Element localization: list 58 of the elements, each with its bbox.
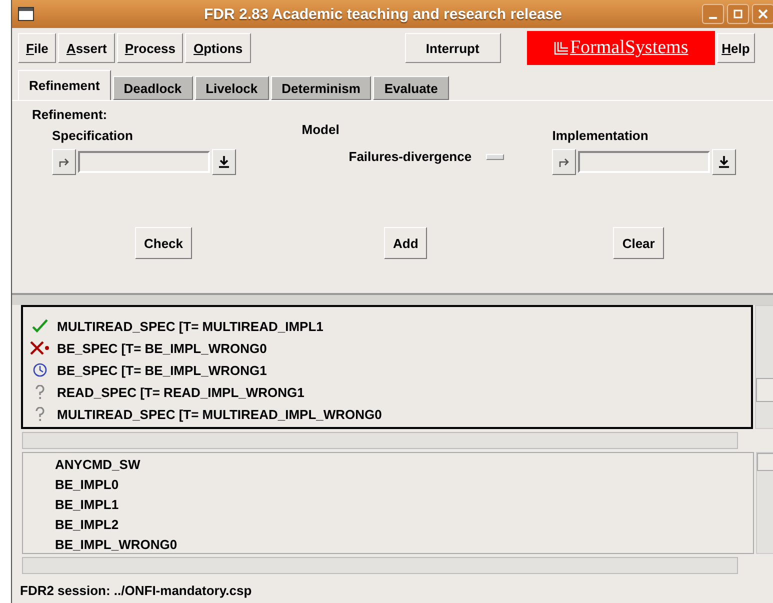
redirect-button[interactable] (52, 149, 76, 175)
assertion-text[interactable]: BE_SPEC [T= BE_IMPL_WRONG1 (57, 362, 267, 378)
field-label: Specification (51, 128, 134, 143)
question-icon (35, 384, 45, 400)
horizontal-scrollbar[interactable] (22, 557, 738, 574)
session-status-text: FDR2 session: ../ONFI-mandatory.csp (19, 582, 253, 598)
action-button[interactable]: Clear (613, 227, 664, 259)
assertion-text[interactable]: READ_SPEC [T= READ_IMPL_WRONG1 (57, 384, 304, 400)
assertion-text[interactable]: MULTIREAD_SPEC [T= MULTIREAD_IMPL_WRONG0 (57, 406, 382, 422)
arrow-icon (58, 157, 70, 167)
input-field[interactable] (578, 151, 710, 173)
model-option-menu[interactable]: Failures-divergence (348, 149, 504, 164)
menu-button[interactable]: Options (185, 33, 251, 63)
process-item[interactable]: BE_IMPL2 (55, 515, 753, 535)
menu-button[interactable]: File (18, 33, 56, 63)
field-label: Implementation (551, 128, 650, 143)
tab[interactable]: Refinement (18, 70, 111, 100)
interrupt-button[interactable]: Interrupt (404, 33, 501, 63)
close-icon (758, 9, 768, 19)
maximize-button[interactable] (727, 4, 749, 24)
process-item[interactable]: BE_IMPL0 (55, 475, 753, 495)
process-item[interactable]: BE_IMPL1 (55, 495, 753, 515)
menu-button[interactable]: Assert (58, 33, 115, 63)
redirect-button[interactable] (552, 149, 576, 175)
process-item[interactable]: ANYCMD_SW (55, 455, 753, 475)
cross-icon (30, 341, 50, 355)
menu-button[interactable]: Process (116, 33, 184, 63)
dropdown-button[interactable] (212, 149, 236, 175)
download-icon (219, 156, 229, 168)
tab[interactable]: Evaluate (373, 76, 449, 100)
horizontal-scrollbar[interactable] (22, 432, 738, 449)
tab[interactable]: Determinism (270, 76, 372, 100)
action-button[interactable]: Add (384, 227, 428, 259)
section-heading: Refinement: (32, 107, 108, 122)
dropdown-button[interactable] (712, 149, 736, 175)
vertical-scrollbar[interactable] (756, 452, 773, 554)
minimize-icon (709, 16, 717, 18)
check-icon (32, 319, 48, 333)
maximize-icon (733, 9, 743, 19)
action-button[interactable]: Check (135, 227, 192, 259)
vertical-scrollbar[interactable] (755, 305, 773, 429)
process-item[interactable]: BE_IMPL_WRONG0 (55, 535, 753, 555)
logo: FormalSystems (526, 31, 715, 65)
tab[interactable]: Deadlock (112, 76, 193, 100)
window-title: FDR 2.83 Academic teaching and research release (203, 6, 563, 22)
question-icon (35, 406, 45, 422)
tab[interactable]: Livelock (194, 76, 269, 100)
field-label: Model (302, 122, 340, 137)
arrow-icon (558, 157, 570, 167)
input-field[interactable] (78, 151, 210, 173)
minimize-button[interactable] (702, 4, 724, 24)
close-button[interactable] (752, 4, 773, 24)
clock-icon (33, 363, 47, 377)
help-menu[interactable]: Help (716, 33, 755, 63)
assertion-text[interactable]: BE_SPEC [T= BE_IMPL_WRONG0 (57, 340, 267, 356)
window-icon (18, 7, 34, 21)
assertion-text[interactable]: MULTIREAD_SPEC [T= MULTIREAD_IMPL1 (57, 318, 324, 334)
download-icon (719, 156, 730, 168)
